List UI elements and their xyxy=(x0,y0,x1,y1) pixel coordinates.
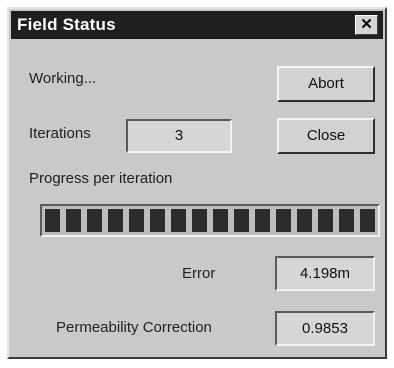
progress-segment xyxy=(297,209,312,232)
progress-segment xyxy=(255,209,270,232)
abort-button[interactable]: Abort xyxy=(277,66,375,102)
window-title: Field Status xyxy=(17,15,116,34)
permeability-correction-value: 0.9853 xyxy=(302,320,348,337)
progress-segment xyxy=(360,209,375,232)
abort-button-label: Abort xyxy=(308,75,344,92)
progress-segment xyxy=(87,209,102,232)
error-value: 4.198m xyxy=(299,265,351,282)
iteration-progress-bar xyxy=(40,204,380,237)
progress-segment xyxy=(45,209,60,232)
field-status-dialog: Field Status ✕ Working... Abort Iteratio… xyxy=(7,7,387,359)
close-button[interactable]: Close xyxy=(277,118,375,154)
progress-segment xyxy=(276,209,291,232)
progress-segment xyxy=(66,209,81,232)
progress-segment xyxy=(192,209,207,232)
status-text: Working... xyxy=(29,70,97,87)
progress-label: Progress per iteration xyxy=(29,170,173,187)
close-window-button[interactable]: ✕ xyxy=(355,15,378,35)
progress-segment xyxy=(108,209,123,232)
close-button-label: Close xyxy=(306,127,346,144)
error-label: Error xyxy=(182,265,216,282)
progress-segment xyxy=(213,209,228,232)
permeability-correction-value-field: 0.9853 xyxy=(275,311,375,346)
close-icon: ✕ xyxy=(360,16,373,33)
iterations-value: 3 xyxy=(174,127,184,144)
progress-fill xyxy=(45,209,375,232)
permeability-correction-label: Permeability Correction xyxy=(56,319,212,336)
iterations-value-field: 3 xyxy=(126,119,232,153)
progress-segment xyxy=(150,209,165,232)
title-bar[interactable]: Field Status ✕ xyxy=(11,11,383,39)
error-value-field: 4.198m xyxy=(275,256,375,291)
iterations-label: Iterations xyxy=(29,125,91,142)
progress-segment xyxy=(129,209,144,232)
progress-segment xyxy=(234,209,249,232)
progress-segment xyxy=(171,209,186,232)
progress-segment xyxy=(339,209,354,232)
progress-segment xyxy=(318,209,333,232)
